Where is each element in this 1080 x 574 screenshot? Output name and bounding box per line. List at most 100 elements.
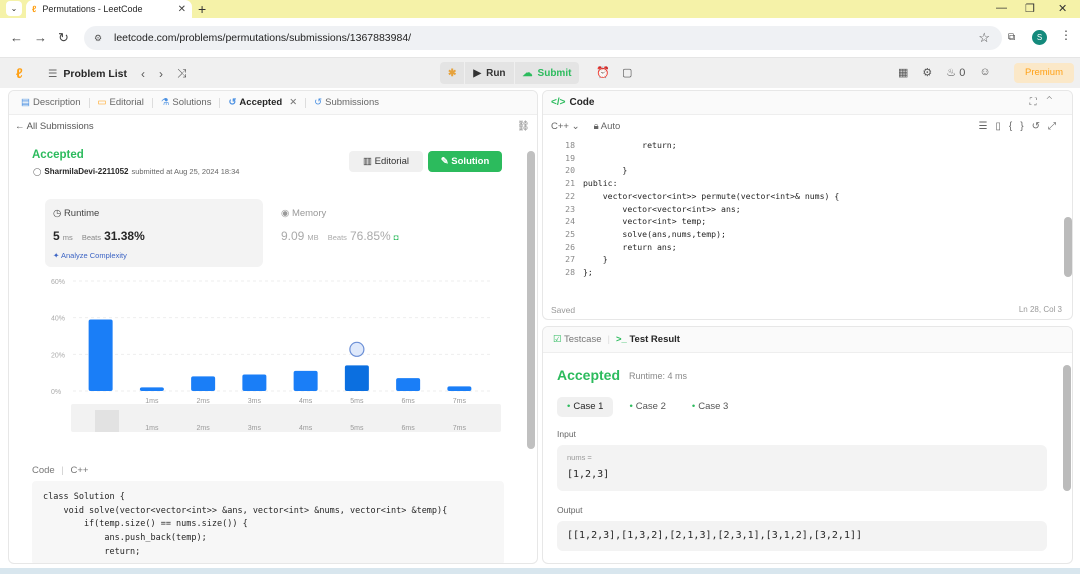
memory-card[interactable]: ◉ Memory 9.09 MB Beats 76.85% ◘: [273, 199, 453, 267]
problem-list-nav: ☰ Problem List ‹ › ⤨: [48, 66, 187, 81]
browser-tab[interactable]: ℓ Permutations - LeetCode ✕: [26, 0, 192, 18]
fire-icon: ♨: [946, 67, 957, 79]
code-editor[interactable]: 18 return; 19 20 } 21 public: 22 vector<vecto…: [543, 139, 1065, 285]
case-tab[interactable]: • Case 3: [682, 397, 738, 417]
input-param-name: nums =: [567, 453, 592, 462]
test-result-panel: ☑ Testcase | >_ Test Result Accepted Run…: [542, 326, 1073, 564]
tab-search-button[interactable]: ⌄: [6, 1, 22, 16]
beats-label: Beats: [327, 233, 347, 242]
collapse-icon[interactable]: ⌃: [1047, 97, 1062, 108]
close-tab-icon[interactable]: ✕: [178, 4, 186, 15]
editor-scrollbar[interactable]: [1064, 217, 1072, 277]
restore-icon[interactable]: ❐: [1025, 2, 1035, 15]
runtime-unit: ms: [62, 233, 73, 242]
premium-button[interactable]: Premium: [1014, 63, 1074, 83]
slider-tick-label: 1ms: [145, 425, 159, 432]
leetcode-logo[interactable]: ℓ: [16, 65, 23, 81]
next-problem-icon[interactable]: ›: [159, 67, 163, 81]
layout-icon[interactable]: ▦: [898, 66, 908, 79]
timer-icon[interactable]: ⏰: [596, 66, 610, 79]
link-icon[interactable]: ⛓: [517, 121, 530, 132]
runtime-card[interactable]: ◷ Runtime 5 ms Beats 31.38% ✦ Analyze Co…: [45, 199, 263, 267]
minimize-icon[interactable]: —: [996, 2, 1007, 14]
arrow-left-icon: ←: [15, 121, 25, 132]
tab-divider: [151, 97, 153, 108]
bookmark-icon[interactable]: ▯: [995, 121, 1009, 132]
tab-label: Editorial: [109, 97, 144, 108]
line-number: 26: [565, 241, 575, 252]
range-slider: [71, 404, 501, 432]
tab-submissions[interactable]: ↺ Submissions: [310, 97, 383, 108]
run-button[interactable]: ▶ Run: [465, 62, 514, 84]
case-label: Case 3: [698, 401, 729, 412]
forward-icon[interactable]: →: [34, 30, 58, 45]
slider-tick-label: 2ms: [197, 425, 211, 432]
editorial-button[interactable]: ▥ Editorial: [349, 151, 423, 172]
profile-avatar[interactable]: S: [1032, 30, 1047, 45]
braces-icon[interactable]: {}: [1009, 121, 1032, 132]
streak-counter[interactable]: ♨ 0: [946, 66, 965, 79]
bookmark-star-icon[interactable]: ☆: [978, 30, 990, 46]
solution-label: Solution: [451, 156, 490, 167]
extensions-icon[interactable]: ⧉: [1008, 32, 1015, 43]
editorial-label: Editorial: [374, 156, 409, 167]
language-select[interactable]: C++ ⌄: [551, 121, 580, 132]
close-tab-icon[interactable]: ✕: [289, 97, 297, 108]
input-label: Input: [557, 429, 576, 439]
y-tick-label: 0%: [51, 389, 61, 396]
all-submissions-link[interactable]: ← All Submissions: [15, 121, 94, 132]
tab-test-result[interactable]: >_ Test Result: [616, 334, 680, 345]
user-avatar[interactable]: ☺: [979, 66, 990, 79]
fullscreen-icon[interactable]: ⤢: [1048, 121, 1064, 132]
new-tab-button[interactable]: +: [198, 1, 206, 17]
maximize-icon[interactable]: ⛶: [1030, 97, 1047, 108]
tab-description[interactable]: ▤ Description: [17, 97, 85, 108]
left-scrollbar[interactable]: [527, 151, 535, 449]
case-tab[interactable]: • Case 2: [619, 397, 675, 417]
tab-divider: [88, 97, 90, 108]
problem-list-link[interactable]: Problem List: [63, 68, 127, 80]
editor-code-line: vector<vector<int>> permute(vector<int>&…: [583, 190, 840, 201]
tab-label: Solutions: [172, 97, 212, 108]
prev-problem-icon[interactable]: ‹: [141, 67, 145, 81]
shuffle-icon[interactable]: ⤨: [177, 66, 187, 81]
editorial-icon: ▭: [97, 97, 107, 108]
settings-icon[interactable]: ⚙: [922, 66, 932, 79]
case-tab[interactable]: • Case 1: [557, 397, 614, 417]
code-line: class Solution {: [43, 492, 125, 502]
pass-dot-icon: •: [567, 401, 571, 412]
analyze-complexity-link[interactable]: ✦ Analyze Complexity: [53, 251, 127, 260]
tab-editorial[interactable]: ▭ Editorial: [94, 97, 148, 108]
result-scrollbar[interactable]: [1063, 365, 1071, 491]
leetcode-favicon: ℓ: [32, 4, 37, 14]
author-name[interactable]: SharmilaDevi-2211052: [44, 167, 128, 176]
auto-mode[interactable]: 🔒︎ Auto: [594, 121, 621, 132]
auto-label: Auto: [600, 121, 621, 132]
close-window-icon[interactable]: ✕: [1058, 2, 1067, 15]
output-box: [[1,2,3],[1,3,2],[2,1,3],[2,3,1],[3,1,2]…: [557, 521, 1047, 551]
tab-accepted[interactable]: ↺ Accepted ✕: [224, 97, 301, 108]
tab-testcase[interactable]: ☑ Testcase: [553, 334, 602, 345]
case-label: Case 2: [635, 401, 666, 412]
browser-menu-icon[interactable]: ⋮: [1060, 28, 1072, 42]
format-icon[interactable]: ☰: [978, 121, 995, 132]
tab-label: Submissions: [325, 97, 379, 108]
notes-icon[interactable]: ▢: [622, 66, 632, 79]
reload-icon[interactable]: ↻: [58, 30, 80, 45]
url-bar[interactable]: ⚙ leetcode.com/problems/permutations/sub…: [84, 26, 1002, 50]
debug-button[interactable]: ✱: [440, 62, 465, 84]
reset-icon[interactable]: ↺: [1032, 121, 1048, 132]
streak-count: 0: [959, 67, 966, 79]
output-label: Output: [557, 505, 583, 515]
submit-button[interactable]: ☁ Submit: [514, 62, 580, 84]
runtime-label-row: ◷ Runtime: [53, 208, 99, 219]
tab-solutions[interactable]: ⚗ Solutions: [157, 97, 216, 108]
site-info-icon[interactable]: ⚙: [94, 33, 106, 44]
run-submit-group: ✱ ▶ Run ☁ Submit: [440, 62, 580, 84]
memory-value: 9.09: [281, 229, 305, 243]
line-number: 23: [565, 203, 575, 214]
solution-button[interactable]: ✎ Solution: [428, 151, 502, 172]
flask-icon: ⚗: [160, 97, 170, 108]
chart-bar: [396, 378, 421, 391]
back-icon[interactable]: ←: [10, 30, 34, 45]
